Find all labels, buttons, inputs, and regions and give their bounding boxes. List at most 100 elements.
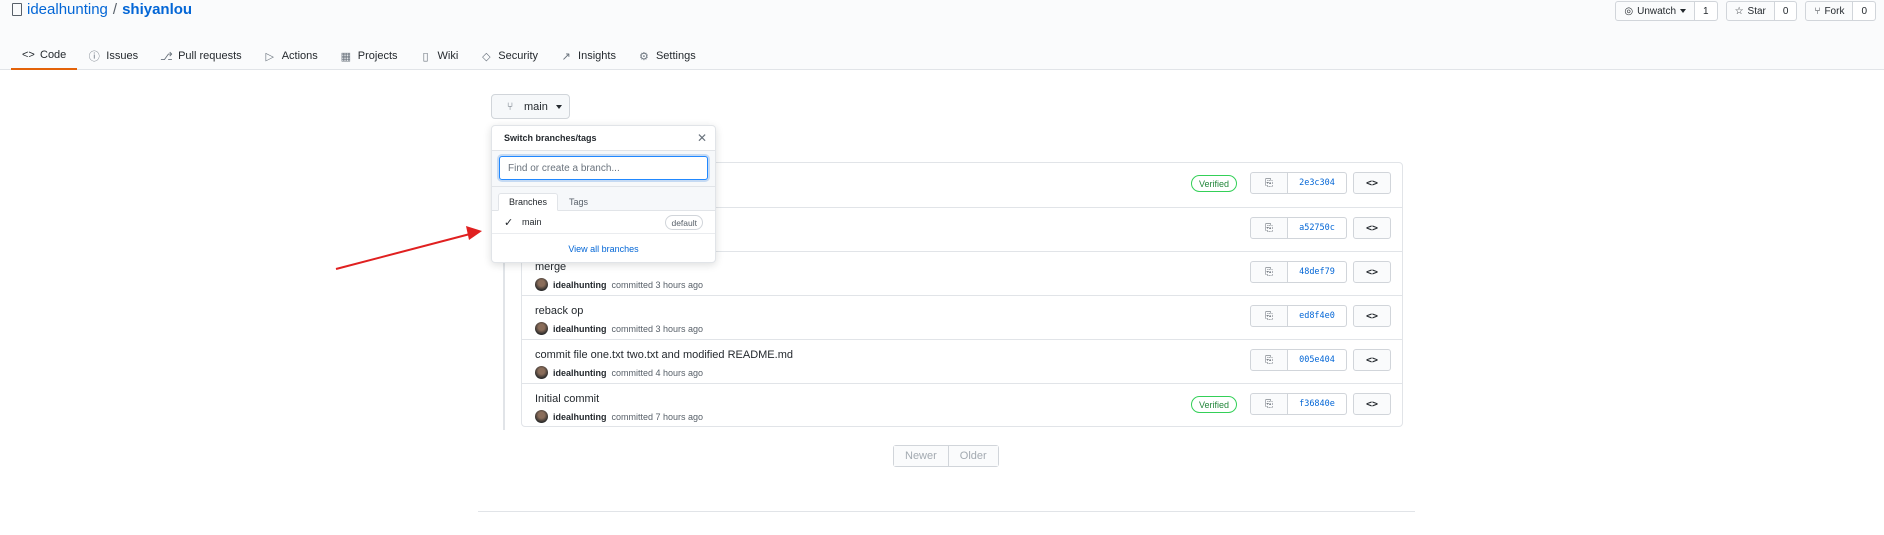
code-icon: <>	[22, 49, 35, 61]
tab-tags[interactable]: Tags	[559, 193, 598, 211]
shield-icon: ◇	[482, 50, 491, 63]
repo-actions: ◎ Unwatch 1 ☆ Star 0 ⑂ Fork 0	[1615, 1, 1876, 21]
clipboard-icon[interactable]: ⎘	[1251, 350, 1288, 370]
view-all-branches-link[interactable]: View all branches	[492, 234, 715, 263]
commit-sha-link[interactable]: a52750c	[1288, 218, 1346, 238]
clipboard-icon[interactable]: ⎘	[1251, 173, 1288, 193]
star-group: ☆ Star 0	[1725, 1, 1798, 21]
tab-security[interactable]: ◇ Security	[469, 42, 549, 70]
commit-sha-link[interactable]: ed8f4e0	[1288, 306, 1346, 326]
tab-label: Insights	[578, 50, 616, 62]
commit-author-link[interactable]: idealhunting	[553, 324, 607, 334]
browse-code-button[interactable]: <>	[1353, 261, 1391, 283]
commit-author-link[interactable]: idealhunting	[553, 280, 607, 290]
commit-sha-link[interactable]: 005e404	[1288, 350, 1346, 370]
star-count[interactable]: 0	[1774, 2, 1797, 20]
pagination: Newer Older	[893, 445, 999, 467]
project-icon: ▦	[340, 50, 351, 63]
commit-sha-group: ⎘ 005e404	[1250, 349, 1347, 371]
chevron-down-icon	[555, 104, 562, 109]
verified-badge[interactable]: Verified	[1191, 396, 1238, 413]
tab-label: Actions	[281, 50, 318, 62]
tab-actions[interactable]: ▷ Actions	[253, 42, 329, 70]
commit-sha-link[interactable]: f36840e	[1288, 394, 1346, 414]
default-badge: default	[665, 215, 703, 230]
unwatch-group: ◎ Unwatch 1	[1615, 1, 1718, 21]
repo-owner-link[interactable]: idealhunting	[27, 1, 108, 18]
commit-sha-link[interactable]: 2e3c304	[1288, 173, 1346, 193]
repo-header: idealhunting / shiyanlou ◎ Unwatch 1 ☆ S…	[0, 0, 1884, 70]
repo-nav-tabs: <> Code ⓘ Issues ⎇ Pull requests ▷ Actio…	[11, 42, 707, 70]
commit-message-link[interactable]: reback op	[535, 305, 583, 317]
fork-count[interactable]: 0	[1853, 2, 1875, 20]
browse-code-button[interactable]: <>	[1353, 393, 1391, 415]
tab-branches[interactable]: Branches	[498, 193, 559, 211]
commit-sha-group: ⎘ ed8f4e0	[1250, 305, 1347, 327]
verified-badge[interactable]: Verified	[1191, 175, 1238, 192]
commit-message-link[interactable]: Initial commit	[535, 393, 599, 405]
commit-sha-group: ⎘ 2e3c304	[1250, 172, 1347, 194]
clipboard-icon[interactable]: ⎘	[1251, 394, 1288, 414]
commit-row: commit file one.txt two.txt and modified…	[522, 339, 1402, 383]
browse-code-button[interactable]: <>	[1353, 172, 1391, 194]
branch-item-label: main	[522, 217, 542, 227]
close-icon[interactable]: ✕	[697, 131, 707, 145]
chevron-down-icon	[1680, 9, 1686, 13]
star-icon: ☆	[1734, 5, 1744, 17]
clipboard-icon[interactable]: ⎘	[1251, 218, 1288, 238]
commit-meta: idealhunting committed 3 hours ago	[535, 322, 703, 335]
dropdown-filter	[492, 151, 715, 187]
gear-icon: ⚙	[639, 50, 649, 63]
commit-message-link[interactable]: commit file one.txt two.txt and modified…	[535, 349, 793, 361]
browse-code-button[interactable]: <>	[1353, 349, 1391, 371]
tab-settings[interactable]: ⚙ Settings	[627, 42, 707, 70]
tab-label: Issues	[106, 50, 139, 62]
dropdown-title: Switch branches/tags	[504, 133, 597, 143]
commit-meta: idealhunting committed 7 hours ago	[535, 410, 703, 423]
browse-code-button[interactable]: <>	[1353, 217, 1391, 239]
star-button[interactable]: ☆ Star	[1727, 2, 1775, 20]
avatar[interactable]	[535, 322, 548, 335]
commit-sha-group: ⎘ f36840e	[1250, 393, 1347, 415]
commit-time: committed 7 hours ago	[611, 411, 704, 422]
branch-icon: ⑂	[506, 100, 514, 113]
fork-label: Fork	[1824, 5, 1845, 17]
tab-wiki[interactable]: ▯ Wiki	[409, 42, 470, 70]
repo-name-link[interactable]: shiyanlou	[122, 1, 192, 18]
commit-row: Initial commit idealhunting committed 7 …	[522, 383, 1402, 427]
commit-sha-link[interactable]: 48def79	[1288, 262, 1346, 282]
clipboard-icon[interactable]: ⎘	[1251, 306, 1288, 326]
commit-author-link[interactable]: idealhunting	[553, 368, 607, 378]
tab-projects[interactable]: ▦ Projects	[329, 42, 409, 70]
tab-insights[interactable]: ↗ Insights	[549, 42, 627, 70]
avatar[interactable]	[535, 278, 548, 291]
branch-filter-input[interactable]	[499, 156, 708, 180]
repo-separator: /	[112, 1, 118, 18]
book-icon: ▯	[422, 50, 429, 63]
avatar[interactable]	[535, 410, 548, 423]
repo-icon	[12, 3, 22, 16]
commit-time: committed 3 hours ago	[611, 323, 704, 334]
browse-code-button[interactable]: <>	[1353, 305, 1391, 327]
commit-author-link[interactable]: idealhunting	[553, 412, 607, 422]
avatar[interactable]	[535, 366, 548, 379]
newer-button[interactable]: Newer	[894, 446, 948, 466]
older-button[interactable]: Older	[947, 446, 998, 466]
branch-item-main[interactable]: ✓ main default	[492, 212, 715, 234]
commit-row: reback op idealhunting committed 3 hours…	[522, 295, 1402, 339]
commit-time: committed 4 hours ago	[611, 367, 704, 378]
watch-count[interactable]: 1	[1695, 2, 1717, 20]
annotation-arrow-head	[466, 226, 482, 240]
branch-dropdown: Switch branches/tags ✕ Branches Tags ✓ m…	[491, 125, 716, 263]
tab-code[interactable]: <> Code	[11, 42, 78, 70]
check-icon: ✓	[504, 217, 514, 229]
clipboard-icon[interactable]: ⎘	[1251, 262, 1288, 282]
tab-pull-requests[interactable]: ⎇ Pull requests	[149, 42, 253, 70]
tab-label: Security	[498, 50, 539, 62]
tab-issues[interactable]: ⓘ Issues	[77, 42, 149, 70]
star-label: Star	[1747, 5, 1766, 17]
commit-meta: idealhunting committed 3 hours ago	[535, 278, 703, 291]
unwatch-button[interactable]: ◎ Unwatch	[1616, 2, 1695, 20]
fork-button[interactable]: ⑂ Fork	[1806, 2, 1854, 20]
branch-select-button[interactable]: ⑂ main	[491, 94, 570, 119]
